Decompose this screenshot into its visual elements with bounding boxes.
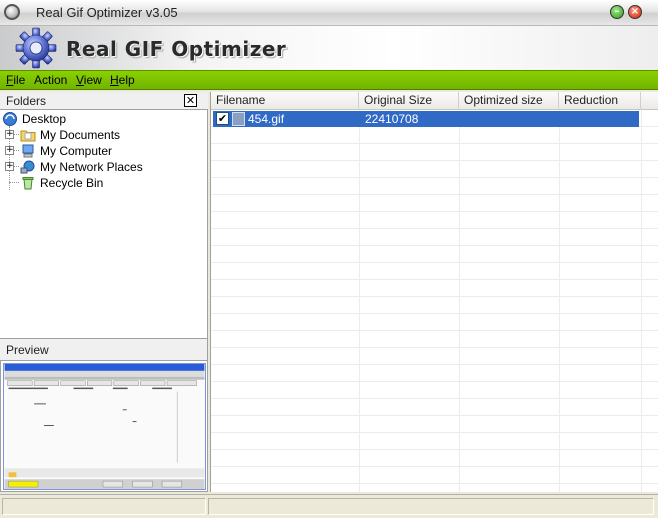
menu-action[interactable]: Action <box>34 73 67 87</box>
grid-line <box>211 212 658 229</box>
menu-file-label: ile <box>13 73 26 87</box>
grid-line <box>211 331 658 348</box>
preview-thumbnail <box>3 363 206 490</box>
grid-line <box>211 399 658 416</box>
column-headers: Filename Original Size Optimized size Re… <box>211 92 658 110</box>
banner-title: Real GIF Optimizer <box>66 37 287 61</box>
grid-line <box>211 467 658 484</box>
menu-view-label: iew <box>83 73 102 87</box>
desktop-icon <box>3 112 17 126</box>
cell-filename: 454.gif <box>248 112 285 126</box>
grid-line <box>211 229 658 246</box>
tree-item-desktop[interactable]: Desktop <box>2 111 66 127</box>
grid-line <box>211 246 658 263</box>
grid-line <box>211 161 658 178</box>
tree-item-label: Desktop <box>22 112 67 126</box>
grid-line <box>211 416 658 433</box>
grid-line <box>211 365 658 382</box>
folder-tree[interactable]: Desktop + My Documents + My Computer + M… <box>0 110 208 338</box>
gear-logo-icon <box>15 27 57 69</box>
menu-help-label: elp <box>118 73 135 87</box>
preview-panel-header: Preview <box>0 338 208 360</box>
tree-item-label: My Network Places <box>40 160 143 174</box>
window-title: Real Gif Optimizer v3.05 <box>36 5 178 20</box>
menu-bar: File Action View Help <box>0 70 658 90</box>
app-icon <box>4 4 20 20</box>
expand-toggle-icon[interactable]: + <box>5 146 14 155</box>
grid-line <box>211 144 658 161</box>
column-header-optimized-size[interactable]: Optimized size <box>459 92 559 110</box>
grid-line <box>211 127 658 144</box>
gif-file-icon <box>232 112 245 126</box>
title-bar[interactable]: Real Gif Optimizer v3.05 – × <box>0 0 658 26</box>
tree-item-label: My Computer <box>40 144 113 158</box>
network-icon <box>20 160 35 174</box>
column-header-reduction[interactable]: Reduction <box>559 92 641 110</box>
row-checkbox[interactable]: ✔ <box>216 112 229 125</box>
cell-original-size: 22410708 <box>365 112 419 126</box>
column-header-original-size[interactable]: Original Size <box>359 92 459 110</box>
tree-item-recycle-bin[interactable]: Recycle Bin <box>20 175 103 191</box>
grid-line <box>211 280 658 297</box>
folder-icon <box>20 130 36 142</box>
grid-line <box>211 382 658 399</box>
grid-line <box>211 348 658 365</box>
preview-title: Preview <box>6 343 49 357</box>
menu-action-label: Action <box>34 73 68 87</box>
preview-pane <box>0 360 208 492</box>
minimize-button[interactable]: – <box>610 5 624 19</box>
grid-line <box>211 433 658 450</box>
expand-toggle-icon[interactable]: + <box>5 130 14 139</box>
grid-line <box>211 450 658 467</box>
app-banner: Real GIF Optimizer <box>0 26 658 70</box>
tree-item-my-network-places[interactable]: My Network Places <box>20 159 143 175</box>
grid-line <box>211 195 658 212</box>
file-list[interactable]: Filename Original Size Optimized size Re… <box>210 92 658 492</box>
tree-connector <box>9 182 19 183</box>
menu-view-accel: V <box>76 73 84 87</box>
close-folders-icon[interactable]: ✕ <box>184 94 197 107</box>
menu-help[interactable]: Help <box>110 73 135 87</box>
status-segment <box>2 498 206 515</box>
column-header-filename[interactable]: Filename <box>211 92 359 110</box>
expand-toggle-icon[interactable]: + <box>5 162 14 171</box>
tree-item-label: Recycle Bin <box>40 176 104 190</box>
recycle-bin-icon <box>22 177 34 190</box>
tree-item-my-computer[interactable]: My Computer <box>20 143 112 159</box>
grid-line <box>211 263 658 280</box>
menu-help-accel: H <box>110 73 119 87</box>
table-row[interactable]: ✔ 454.gif 22410708 <box>213 111 639 127</box>
status-bar <box>0 494 658 518</box>
menu-view[interactable]: View <box>76 73 102 87</box>
status-segment <box>208 498 654 515</box>
close-button[interactable]: × <box>628 5 642 19</box>
folders-title: Folders <box>6 94 47 108</box>
grid-line <box>211 178 658 195</box>
tree-item-label: My Documents <box>40 128 121 142</box>
tree-item-my-documents[interactable]: My Documents <box>20 127 120 143</box>
computer-icon <box>22 144 34 158</box>
grid-line <box>211 314 658 331</box>
grid-line <box>211 297 658 314</box>
menu-file[interactable]: File <box>6 73 25 87</box>
folders-panel-header: Folders ✕ <box>0 92 208 110</box>
